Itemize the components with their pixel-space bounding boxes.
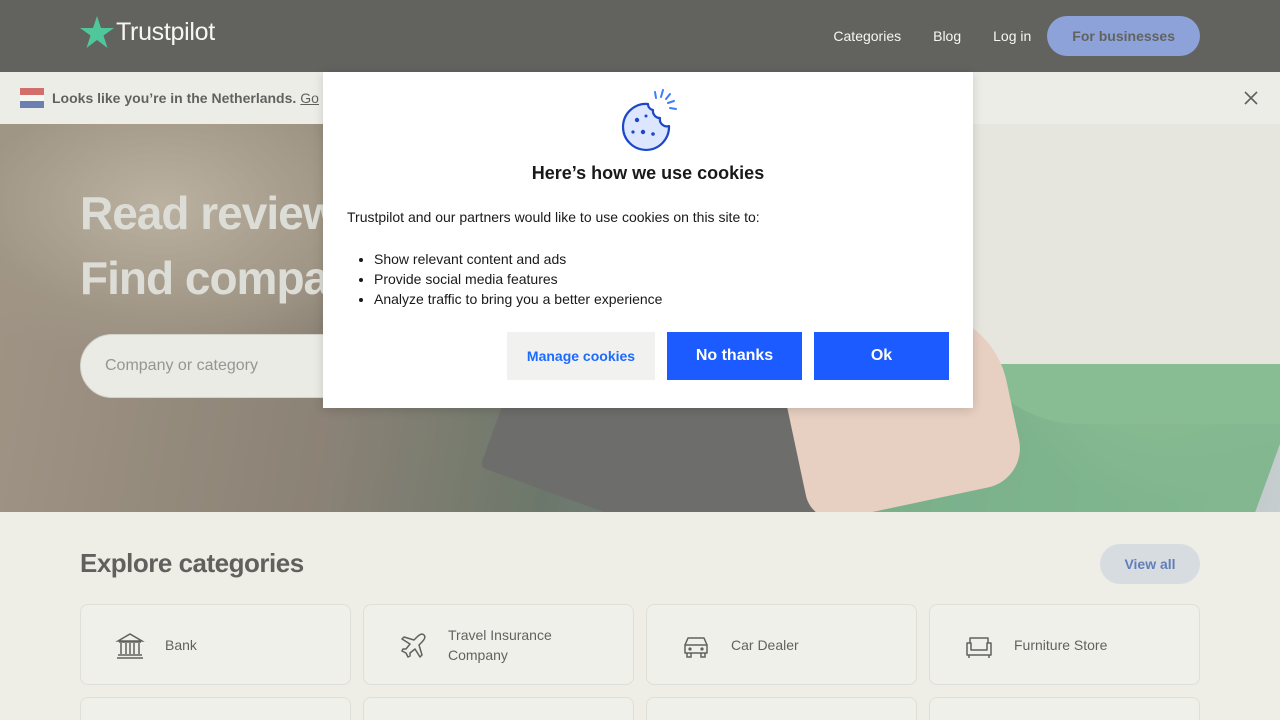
list-item: Analyze traffic to bring you a better ex…: [374, 289, 662, 309]
list-item: Provide social media features: [374, 269, 662, 289]
cookie-purpose-list: Show relevant content and ads Provide so…: [374, 249, 662, 309]
no-thanks-button[interactable]: No thanks: [667, 332, 802, 380]
cookie-consent-dialog: Here’s how we use cookies Trustpilot and…: [323, 72, 973, 408]
cookie-dialog-title: Here’s how we use cookies: [531, 163, 765, 183]
ok-button[interactable]: Ok: [814, 332, 949, 380]
manage-cookies-button[interactable]: Manage cookies: [507, 332, 655, 380]
list-item: Show relevant content and ads: [374, 249, 662, 269]
cookie-dialog-intro: Trustpilot and our partners would like t…: [347, 209, 760, 225]
cookie-icon: [621, 89, 677, 151]
